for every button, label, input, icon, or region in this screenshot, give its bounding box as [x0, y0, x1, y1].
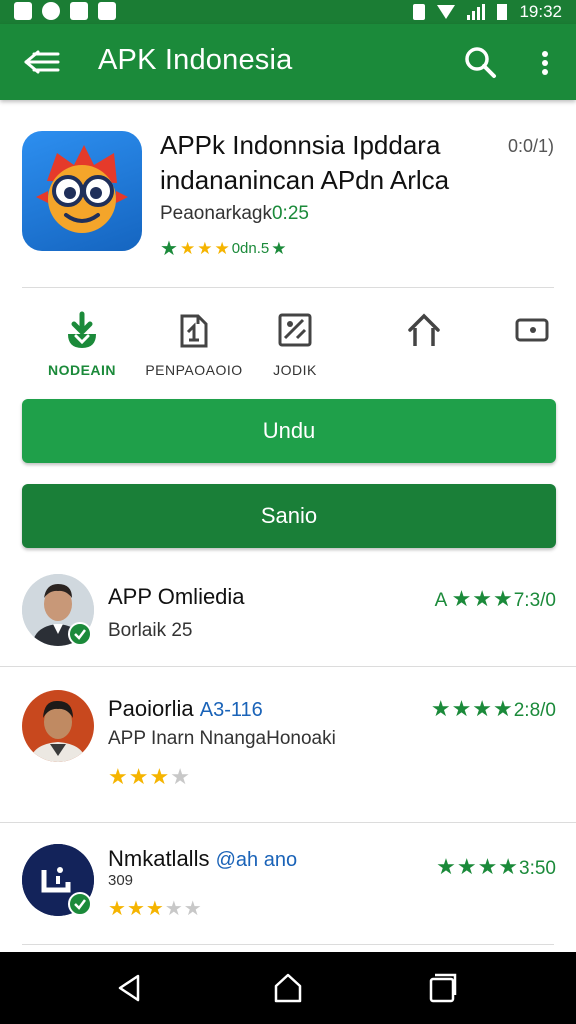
menu-icon[interactable]	[22, 44, 62, 80]
review-score: A ★★★7:3/0	[435, 586, 556, 612]
score-value: 3:50	[519, 858, 556, 879]
sync-notification-icon	[42, 2, 60, 20]
star-icon: ★	[126, 898, 146, 920]
reviewer-name-text: Nmkatlalls	[108, 846, 210, 871]
rating-text: 0dn.5	[231, 240, 270, 257]
star-icon: ★	[271, 238, 287, 258]
page-title: APK Indonesia	[98, 44, 293, 76]
score-value: 2:8/0	[513, 700, 556, 721]
star-icon: ★★★★	[430, 696, 514, 721]
verified-badge-icon	[68, 622, 92, 646]
star-icon: ★	[128, 764, 150, 789]
more-options-icon[interactable]	[530, 42, 560, 82]
star-icon: ★★★★	[436, 854, 520, 879]
app-bar: APK Indonesia	[0, 24, 576, 100]
list-item[interactable]: APP Omliedia Borlaik 25 A ★★★7:3/0	[0, 570, 576, 666]
app-publisher[interactable]: Peaonarkagk0:25	[160, 203, 309, 225]
action-media[interactable]: JODIK	[258, 308, 332, 378]
list-item[interactable]: Nmkatlalls @ah ano 309 ★★★★★ ★★★★3:50	[0, 840, 576, 948]
app-rating: ★ ★ ★ ★ 0dn.5 ★	[160, 236, 286, 261]
review-rating: ★★★★	[108, 764, 191, 790]
file-notification-icon	[98, 2, 116, 20]
reviewer-handle: A3-116	[199, 699, 263, 721]
reviewer-name-text: Paoiorlia	[108, 696, 194, 721]
battery-icon	[497, 4, 508, 20]
score-value: 7:3/0	[513, 590, 556, 611]
gallery-notification-icon	[14, 2, 32, 20]
star-icon: ★	[170, 764, 191, 789]
divider	[0, 822, 576, 823]
home-icon	[402, 308, 446, 352]
signal-icon	[467, 4, 486, 20]
publisher-count: 0:25	[271, 203, 309, 224]
action-download[interactable]: NODEAIN	[40, 308, 124, 378]
action-video[interactable]	[510, 308, 554, 352]
image-icon	[273, 308, 317, 352]
publisher-name: Peaonarkagk	[160, 203, 272, 224]
image-notification-icon	[70, 2, 88, 20]
star-icon: ★	[183, 898, 203, 920]
secondary-button[interactable]: Sanio	[22, 484, 556, 548]
wifi-icon	[437, 5, 456, 19]
star-icon: ★	[179, 238, 196, 258]
review-score: ★★★★2:8/0	[431, 696, 556, 722]
media-icon	[510, 308, 554, 352]
score-prefix: A	[434, 590, 447, 611]
star-icon: ★	[108, 898, 127, 920]
star-icon: ★	[149, 764, 171, 789]
search-icon[interactable]	[460, 42, 500, 82]
review-rating: ★★★★★	[108, 896, 203, 921]
star-icon: ★	[197, 238, 213, 258]
action-home[interactable]	[402, 308, 446, 352]
reviewer-name: Paoiorlia A3-116	[108, 696, 263, 722]
reviewer-name: APP Omliedia	[108, 584, 245, 609]
divider	[0, 666, 576, 667]
system-nav-bar	[0, 952, 576, 1024]
review-meta: 309	[108, 872, 134, 889]
reviewer-name: Nmkatlalls @ah ano	[108, 846, 297, 872]
star-icon: ★	[164, 898, 184, 920]
star-icon: ★★★	[451, 586, 514, 611]
list-item[interactable]: Paoiorlia A3-116 APP Inarn NnangaHonoaki…	[0, 686, 576, 818]
app-name: APPk Indonnsia Ipddara indananincan APdn…	[160, 130, 450, 195]
back-icon[interactable]	[112, 970, 148, 1006]
action-label: NODEAIN	[47, 362, 117, 378]
star-icon: ★	[108, 764, 129, 789]
clock: 19:32	[519, 2, 562, 21]
action-label: JODIK	[273, 362, 317, 378]
home-icon[interactable]	[270, 970, 306, 1006]
recents-icon[interactable]	[424, 970, 460, 1006]
reviewer-handle: @ah ano	[215, 849, 298, 871]
star-icon: ★	[145, 898, 165, 920]
download-icon	[60, 308, 104, 352]
notification-icons	[14, 2, 116, 20]
star-icon: ★	[214, 238, 230, 258]
app-version: 0:0/1)	[508, 136, 555, 156]
divider	[22, 287, 554, 288]
vibrate-icon	[413, 4, 426, 20]
avatar	[22, 690, 94, 762]
divider	[22, 944, 554, 945]
download-button[interactable]: Undu	[22, 399, 556, 463]
status-bar: 19:32	[0, 0, 576, 24]
action-label: PENPAOAOIO	[145, 362, 243, 378]
review-score: ★★★★3:50	[436, 854, 556, 880]
app-logo	[22, 131, 142, 251]
review-meta: Borlaik 25	[108, 620, 193, 641]
star-icon: ★	[160, 238, 178, 260]
review-text: APP Inarn NnangaHonoaki	[108, 728, 336, 749]
verified-badge-icon	[68, 892, 92, 916]
document-icon	[172, 308, 216, 352]
action-details[interactable]: PENPAOAOIO	[144, 308, 244, 378]
